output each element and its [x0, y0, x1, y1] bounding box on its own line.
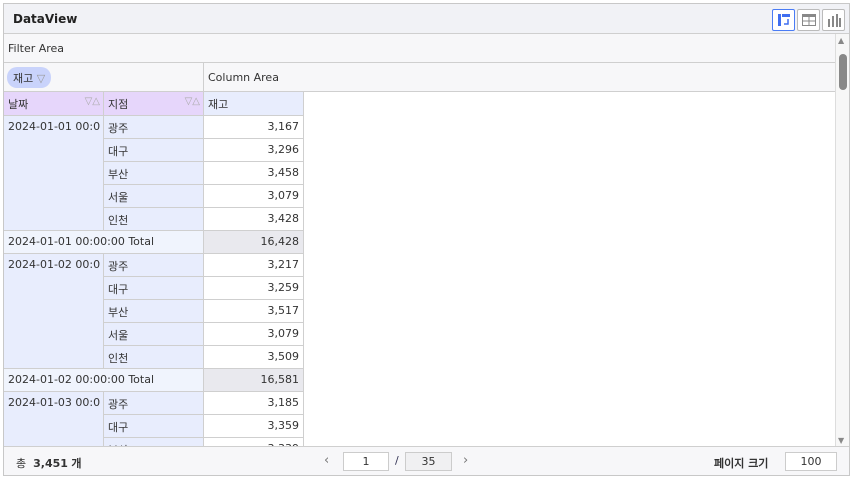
next-page-icon[interactable]: › — [463, 453, 468, 468]
panel-title: DataView — [13, 12, 78, 26]
scrollbar-thumb[interactable] — [839, 54, 847, 90]
total-label-cell: 2024-01-01 00:00:00 Total — [4, 231, 204, 254]
branch-cell[interactable]: 서울 — [104, 185, 204, 208]
total-label-cell: 2024-01-02 00:00:00 Total — [4, 369, 204, 392]
value-cell: 3,339 — [204, 438, 304, 446]
page-separator: / — [395, 454, 399, 467]
page-size-input[interactable]: 100 — [785, 452, 837, 471]
chip-label: 재고 — [13, 72, 34, 85]
branch-cell[interactable]: 부산 — [104, 438, 204, 446]
panel-header: DataView — [4, 4, 849, 34]
dataview-panel: DataView Filter Area 재고 ▽ Column Area 날짜… — [3, 3, 850, 476]
grid-view-button[interactable] — [797, 9, 820, 31]
value-cell: 3,079 — [204, 323, 304, 346]
pagination-footer: 총 3,451 개 ‹ 1 / 35 › 페이지 크기 100 — [4, 446, 849, 475]
value-cell: 3,259 — [204, 277, 304, 300]
branch-cell[interactable]: 대구 — [104, 139, 204, 162]
branch-cell[interactable]: 부산 — [104, 300, 204, 323]
value-cell: 3,296 — [204, 139, 304, 162]
header-label: 지점 — [108, 98, 129, 111]
date-cell[interactable]: 2024-01-03 00:0 — [4, 392, 104, 446]
header-date[interactable]: 날짜 ▽△ — [4, 92, 104, 116]
date-cell[interactable]: 2024-01-02 00:0 — [4, 254, 104, 369]
pivot-grid: Filter Area 재고 ▽ Column Area 날짜 ▽△ 지점 ▽△ 재… — [4, 34, 835, 446]
page-input[interactable]: 1 — [343, 452, 389, 471]
filter-area[interactable]: Filter Area — [4, 34, 835, 63]
filter-sort-icon[interactable]: ▽△ — [85, 96, 100, 107]
value-cell: 3,185 — [204, 392, 304, 415]
chart-view-button[interactable] — [822, 9, 845, 31]
branch-cell[interactable]: 광주 — [104, 116, 204, 139]
pivot-view-button[interactable] — [772, 9, 795, 31]
total-value-cell: 16,581 — [204, 369, 304, 392]
header-label: 날짜 — [8, 98, 29, 111]
branch-cell[interactable]: 부산 — [104, 162, 204, 185]
branch-cell[interactable]: 광주 — [104, 254, 204, 277]
column-area[interactable]: Column Area — [204, 63, 835, 92]
branch-cell[interactable]: 광주 — [104, 392, 204, 415]
value-cell: 3,458 — [204, 162, 304, 185]
branch-cell[interactable]: 인천 — [104, 346, 204, 369]
scroll-up-icon[interactable]: ▲ — [838, 36, 844, 45]
total-value-cell: 16,428 — [204, 231, 304, 254]
vertical-scrollbar[interactable]: ▲ ▼ — [835, 34, 849, 446]
header-branch[interactable]: 지점 ▽△ — [104, 92, 204, 116]
filter-sort-icon[interactable]: ▽△ — [185, 96, 200, 107]
branch-cell[interactable]: 인천 — [104, 208, 204, 231]
value-cell: 3,428 — [204, 208, 304, 231]
filter-icon[interactable]: ▽ — [37, 72, 45, 85]
prev-page-icon[interactable]: ‹ — [324, 453, 329, 468]
value-cell: 3,217 — [204, 254, 304, 277]
value-cell: 3,167 — [204, 116, 304, 139]
branch-cell[interactable]: 대구 — [104, 277, 204, 300]
scroll-down-icon[interactable]: ▼ — [838, 436, 844, 445]
bar-chart-icon — [827, 13, 841, 27]
total-pages: 35 — [405, 452, 452, 471]
header-stock[interactable]: 재고 — [204, 92, 304, 116]
branch-cell[interactable]: 대구 — [104, 415, 204, 438]
value-cell: 3,359 — [204, 415, 304, 438]
value-cell: 3,517 — [204, 300, 304, 323]
row-field-chip[interactable]: 재고 ▽ — [7, 67, 52, 88]
branch-cell[interactable]: 서울 — [104, 323, 204, 346]
date-cell[interactable]: 2024-01-01 00:0 — [4, 116, 104, 231]
row-area: 재고 ▽ — [4, 63, 204, 92]
value-cell: 3,079 — [204, 185, 304, 208]
table-icon — [801, 14, 816, 26]
total-count: 총 3,451 개 — [16, 457, 82, 470]
value-cell: 3,509 — [204, 346, 304, 369]
page-size-label: 페이지 크기 — [714, 457, 769, 470]
pivot-icon — [777, 14, 790, 26]
